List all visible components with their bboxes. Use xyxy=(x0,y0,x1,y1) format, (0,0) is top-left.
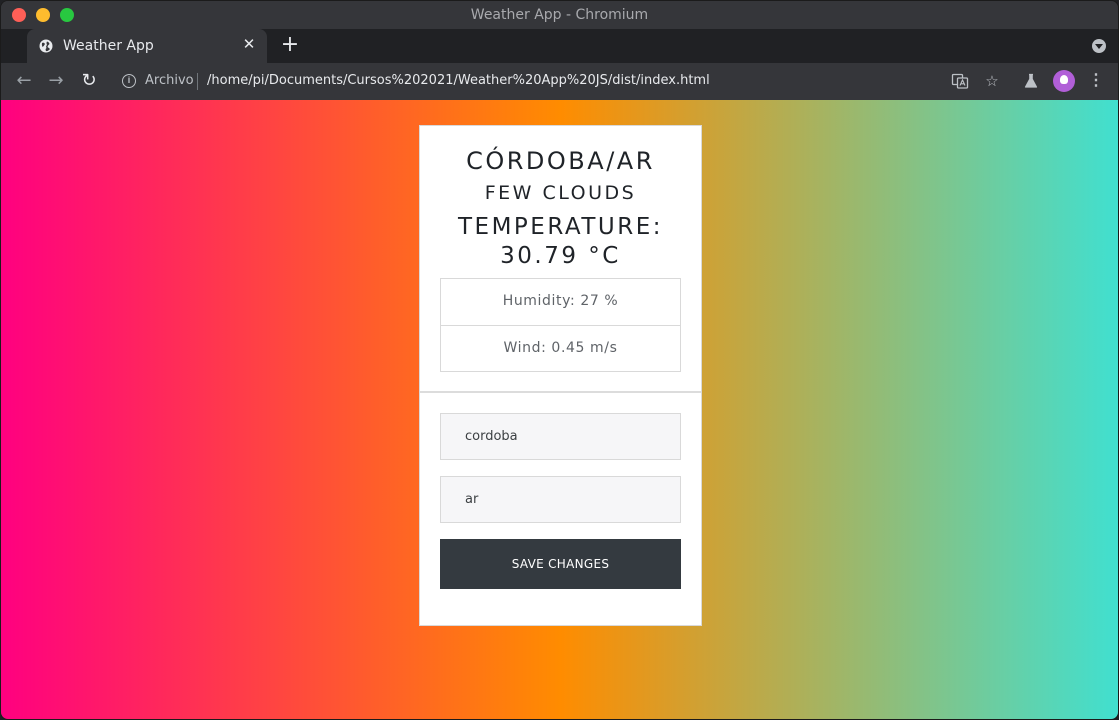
reload-icon[interactable]: ↻ xyxy=(79,71,99,91)
globe-icon xyxy=(39,39,53,53)
title-bar: Weather App - Chromium xyxy=(1,1,1118,29)
new-tab-button[interactable]: + xyxy=(279,34,301,56)
city-input[interactable] xyxy=(440,413,681,460)
tab-strip: Weather App ✕ + xyxy=(1,29,1118,63)
browser-toolbar: ← → ↻ i Archivo /home/pi/Documents/Curso… xyxy=(1,63,1118,100)
origin-separator xyxy=(197,73,198,90)
tab-weather-app[interactable]: Weather App ✕ xyxy=(27,29,267,63)
weather-card: CÓRDOBA/AR FEW CLOUDS TEMPERATURE: 30.79… xyxy=(419,125,702,626)
bookmark-star-icon[interactable]: ☆ xyxy=(983,72,1001,90)
menu-icon[interactable]: ⋮ xyxy=(1087,72,1105,90)
profile-avatar[interactable] xyxy=(1053,70,1075,92)
save-changes-button[interactable]: SAVE CHANGES xyxy=(440,539,681,589)
tab-search-icon[interactable] xyxy=(1092,39,1106,53)
wind-item: Wind: 0.45 m/s xyxy=(441,325,680,371)
forward-arrow-icon[interactable]: → xyxy=(46,71,66,91)
country-input[interactable] xyxy=(440,476,681,523)
tab-title: Weather App xyxy=(63,38,154,54)
humidity-item: Humidity: 27 % xyxy=(502,293,619,309)
window-title: Weather App - Chromium xyxy=(470,7,649,23)
temperature-value: 30.79 °C xyxy=(500,243,621,269)
close-icon[interactable]: ✕ xyxy=(241,37,257,53)
translate-icon[interactable] xyxy=(951,72,969,90)
page-viewport: CÓRDOBA/AR FEW CLOUDS TEMPERATURE: 30.79… xyxy=(1,100,1118,719)
back-arrow-icon[interactable]: ← xyxy=(14,71,34,91)
info-icon[interactable]: i xyxy=(122,74,136,88)
weather-details-list: Humidity: 27 % Wind: 0.45 m/s xyxy=(440,278,681,372)
origin-chip[interactable]: Archivo xyxy=(145,73,194,88)
labs-flask-icon[interactable] xyxy=(1022,72,1040,90)
address-bar-url[interactable]: /home/pi/Documents/Cursos%202021/Weather… xyxy=(207,73,710,88)
weather-description: FEW CLOUDS xyxy=(484,182,637,204)
card-divider xyxy=(420,391,701,393)
browser-window: Weather App - Chromium Weather App ✕ + ←… xyxy=(0,0,1119,720)
location-heading: CÓRDOBA/AR xyxy=(466,147,655,175)
temperature-label: TEMPERATURE: xyxy=(458,214,663,240)
